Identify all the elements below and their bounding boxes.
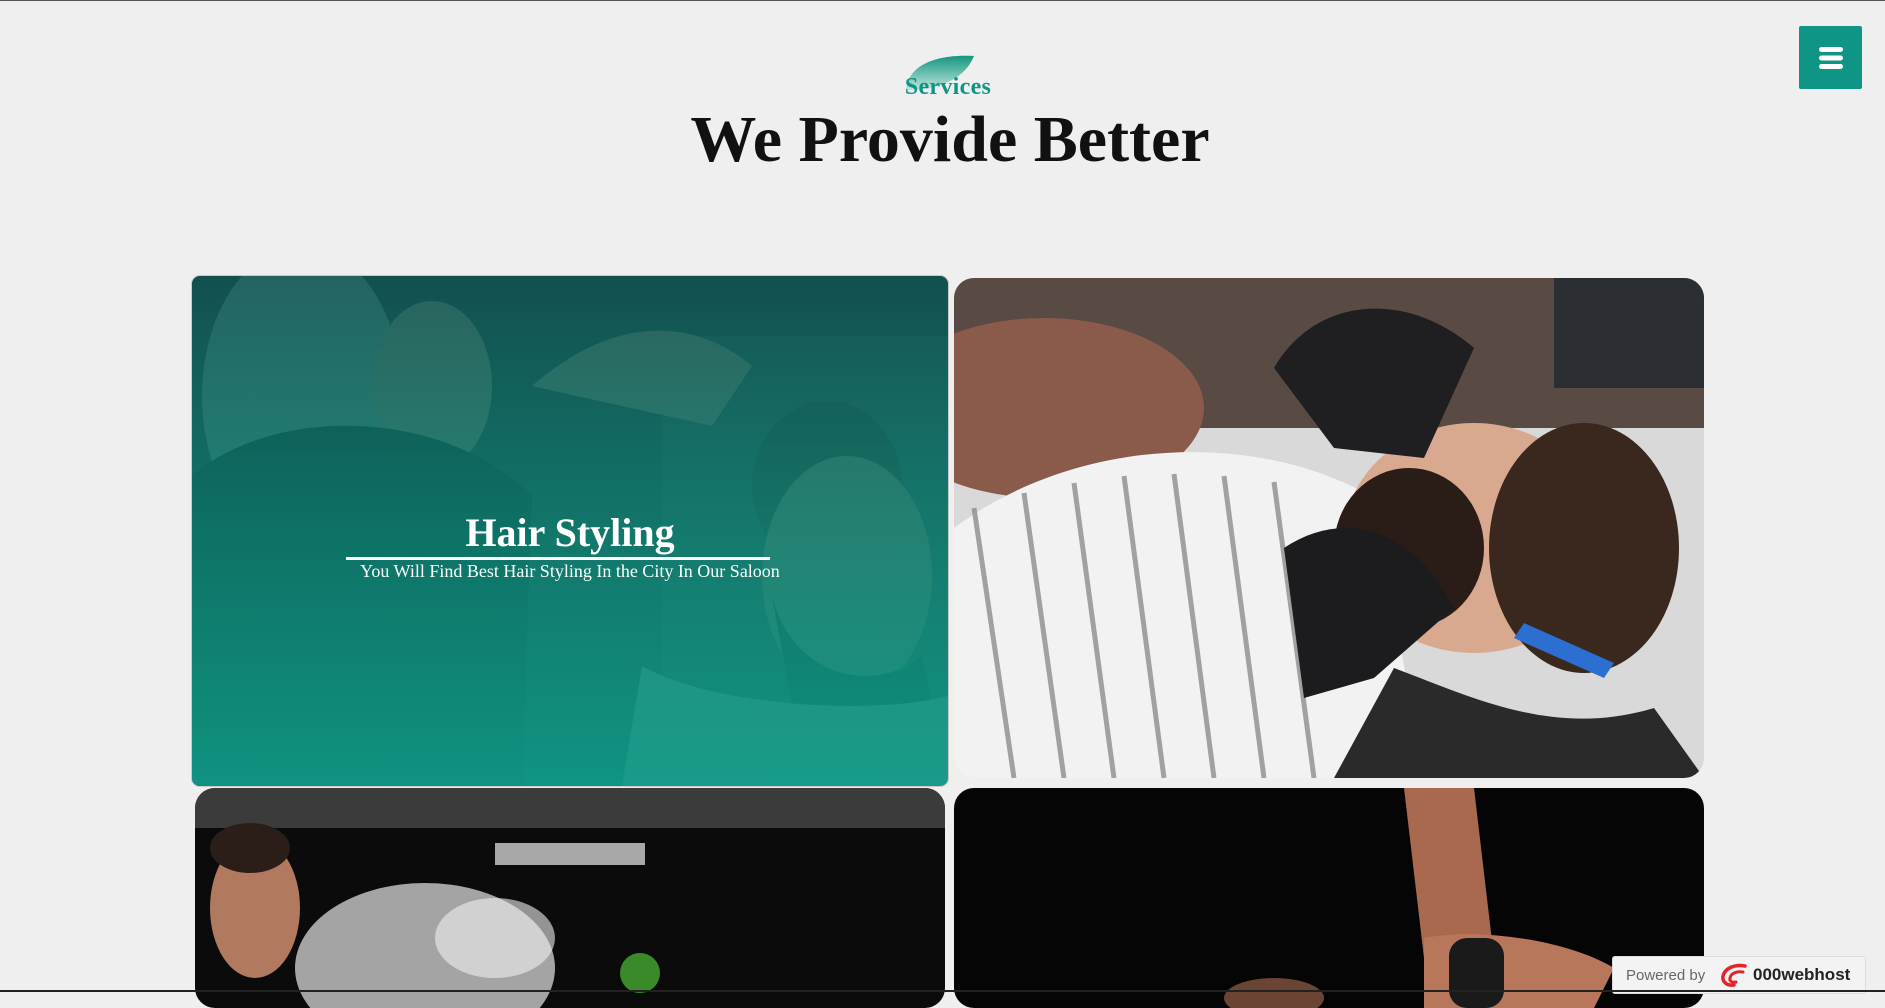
webhost-brand: 000webhost [1753,965,1851,984]
service-card-hair-care[interactable] [954,788,1704,1008]
hair-care-photo [954,788,1704,1008]
top-border [0,0,1885,1]
beard-shave-photo [954,278,1704,778]
webhost-logo-icon [1721,963,1747,987]
water-spray-photo [195,788,945,1008]
menu-button[interactable] [1799,26,1862,89]
card-description: You Will Find Best Hair Styling In the C… [360,561,780,581]
powered-by-badge[interactable]: Powered by 000webhost [1612,956,1866,994]
page-title: We Provide Better [690,103,1210,176]
title-underline [346,557,770,560]
card-title: Hair Styling [465,510,675,555]
powered-by-label: Powered by [1626,967,1706,984]
service-card-hair-styling[interactable]: Hair Styling You Will Find Best Hair Sty… [192,276,948,786]
section-eyebrow: Services [898,50,998,102]
services-label: Services [904,74,992,100]
service-card-water-spray[interactable] [195,788,945,1008]
hamburger-icon [1818,46,1843,69]
service-card-beard-shave[interactable] [954,278,1704,778]
